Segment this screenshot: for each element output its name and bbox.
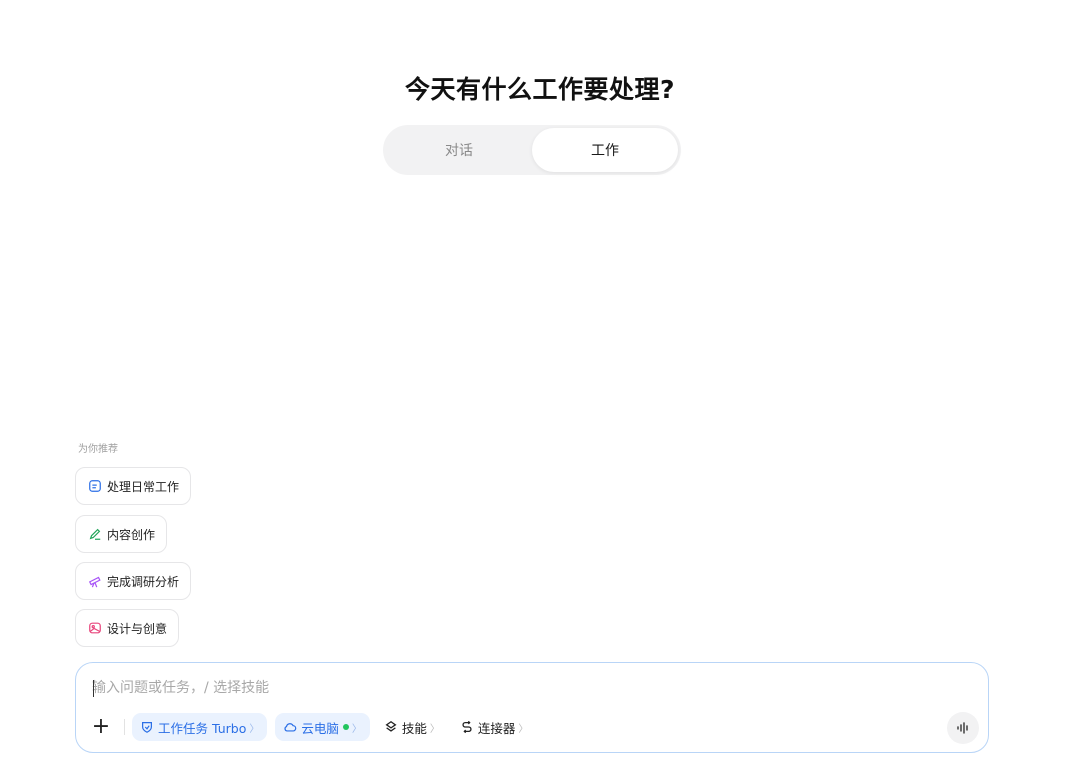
- recommend-research[interactable]: 完成调研分析: [75, 562, 192, 600]
- text-caret: [93, 680, 94, 697]
- skills-button[interactable]: 技能 〉: [378, 713, 446, 741]
- tab-work[interactable]: 工作: [532, 128, 678, 172]
- recommend-design[interactable]: 设计与创意: [75, 609, 180, 647]
- online-status-dot: [342, 724, 349, 730]
- cloud-pc-button[interactable]: 云电脑 〉: [275, 713, 370, 741]
- document-icon: [88, 479, 102, 493]
- skills-label: 技能: [401, 720, 427, 736]
- chevron-right-icon: 〉: [249, 723, 260, 735]
- voice-input-button[interactable]: [947, 712, 979, 744]
- cloud-pc-label: 云电脑: [301, 720, 339, 736]
- recommend-item-label: 内容创作: [107, 527, 156, 542]
- recommend-item-label: 完成调研分析: [107, 574, 180, 589]
- recommend-item-label: 设计与创意: [107, 621, 168, 636]
- pen-icon: [88, 527, 102, 541]
- prompt-input[interactable]: [92, 677, 952, 699]
- work-task-label: 工作任务 Turbo: [158, 720, 247, 736]
- recommend-daily-work[interactable]: 处理日常工作: [75, 467, 192, 505]
- image-icon: [88, 621, 102, 635]
- cloud-icon: [283, 720, 297, 734]
- audio-wave-icon: [957, 722, 968, 734]
- connectors-button[interactable]: 连接器 〉: [454, 713, 535, 741]
- chevron-right-icon: 〉: [351, 723, 362, 735]
- prompt-box: + 工作任务 Turbo 〉 云电脑 〉 技能 〉: [75, 662, 989, 753]
- task-shield-icon: [140, 720, 154, 734]
- recommend-label: 为你推荐: [78, 444, 118, 455]
- mode-toggle: 对话 工作: [383, 125, 681, 175]
- chevron-right-icon: 〉: [429, 723, 440, 735]
- connectors-label: 连接器: [477, 720, 516, 736]
- chevron-right-icon: 〉: [518, 723, 529, 735]
- prompt-toolbar: + 工作任务 Turbo 〉 云电脑 〉 技能 〉 连接器 〉: [90, 713, 542, 741]
- add-button[interactable]: +: [90, 716, 112, 738]
- layers-icon: [384, 720, 398, 734]
- recommend-item-label: 处理日常工作: [107, 479, 180, 494]
- telescope-icon: [88, 574, 102, 588]
- toolbar-divider: [124, 719, 125, 735]
- recommend-content-creation[interactable]: 内容创作: [75, 515, 168, 553]
- work-task-turbo-button[interactable]: 工作任务 Turbo 〉: [132, 713, 268, 741]
- page-title: 今天有什么工作要处理?: [404, 75, 675, 104]
- tab-chat[interactable]: 对话: [386, 128, 532, 172]
- connector-icon: [460, 720, 474, 734]
